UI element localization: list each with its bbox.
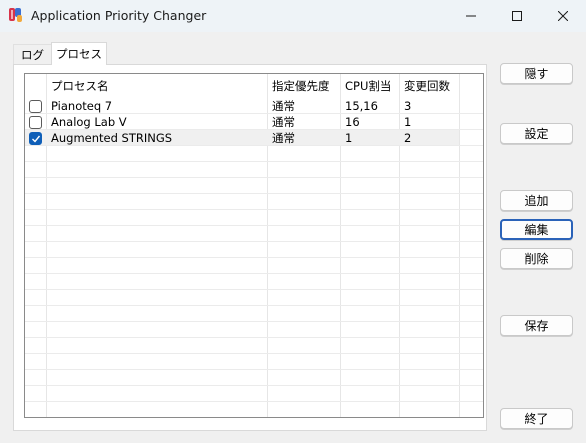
count-cell: 1 (404, 115, 412, 129)
process-table[interactable]: プロセス名 指定優先度 CPU割当 変更回数 Pianoteq 7 通常 15,… (24, 73, 484, 418)
close-icon (558, 11, 568, 21)
row-divider (25, 353, 483, 354)
row-divider (25, 289, 483, 290)
window-title: Application Priority Changer (31, 8, 207, 23)
row-divider (25, 209, 483, 210)
row-divider (25, 257, 483, 258)
count-cell: 3 (404, 99, 412, 113)
row-divider (25, 193, 483, 194)
row-divider (25, 321, 483, 322)
row-divider (25, 145, 483, 146)
maximize-icon (512, 11, 522, 21)
row-divider (25, 225, 483, 226)
row-divider (25, 401, 483, 402)
column-divider (459, 74, 460, 417)
column-header-cpu[interactable]: CPU割当 (340, 74, 399, 98)
minimize-button[interactable] (448, 0, 494, 32)
cpu-cell: 1 (345, 131, 353, 145)
table-row[interactable]: Analog Lab V 通常 16 1 (25, 114, 459, 130)
count-cell: 2 (404, 131, 412, 145)
checkmark-icon (32, 135, 41, 143)
tab-log[interactable]: ログ (13, 44, 51, 64)
row-checkbox[interactable] (29, 100, 42, 113)
row-divider (25, 161, 483, 162)
process-name-cell: Analog Lab V (51, 115, 127, 129)
app-logo-icon (8, 7, 24, 23)
priority-cell: 通常 (272, 115, 295, 129)
row-divider (25, 177, 483, 178)
minimize-icon (466, 15, 476, 17)
column-header-process-name[interactable]: プロセス名 (46, 74, 267, 98)
process-name-cell: Augmented STRINGS (51, 131, 173, 145)
row-divider (25, 369, 483, 370)
row-divider (25, 305, 483, 306)
row-checkbox[interactable] (29, 116, 42, 129)
add-button[interactable]: 追加 (500, 190, 573, 211)
tab-process[interactable]: プロセス (51, 42, 107, 65)
delete-button[interactable]: 削除 (500, 248, 573, 269)
priority-cell: 通常 (272, 99, 295, 113)
row-divider (25, 337, 483, 338)
column-header-change-count[interactable]: 変更回数 (399, 74, 459, 98)
row-checkbox-checked[interactable] (29, 132, 42, 145)
row-divider (25, 273, 483, 274)
save-button[interactable]: 保存 (500, 315, 573, 336)
process-name-cell: Pianoteq 7 (51, 99, 113, 113)
edit-button[interactable]: 編集 (500, 219, 573, 240)
hide-button[interactable]: 隠す (500, 63, 573, 84)
row-divider (25, 241, 483, 242)
exit-button[interactable]: 終了 (500, 408, 573, 429)
row-divider (25, 113, 483, 114)
row-divider (25, 417, 484, 418)
table-header: プロセス名 指定優先度 CPU割当 変更回数 (25, 74, 483, 98)
cpu-cell: 16 (345, 115, 360, 129)
table-row-selected[interactable]: Augmented STRINGS 通常 1 2 (25, 130, 459, 146)
maximize-button[interactable] (494, 0, 540, 32)
column-header-priority[interactable]: 指定優先度 (267, 74, 340, 98)
row-divider (25, 385, 483, 386)
settings-button[interactable]: 設定 (500, 123, 573, 144)
close-button[interactable] (540, 0, 586, 32)
title-bar: Application Priority Changer (0, 0, 586, 32)
priority-cell: 通常 (272, 131, 295, 145)
table-row[interactable]: Pianoteq 7 通常 15,16 3 (25, 98, 459, 114)
cpu-cell: 15,16 (345, 99, 378, 113)
row-divider (25, 129, 483, 130)
